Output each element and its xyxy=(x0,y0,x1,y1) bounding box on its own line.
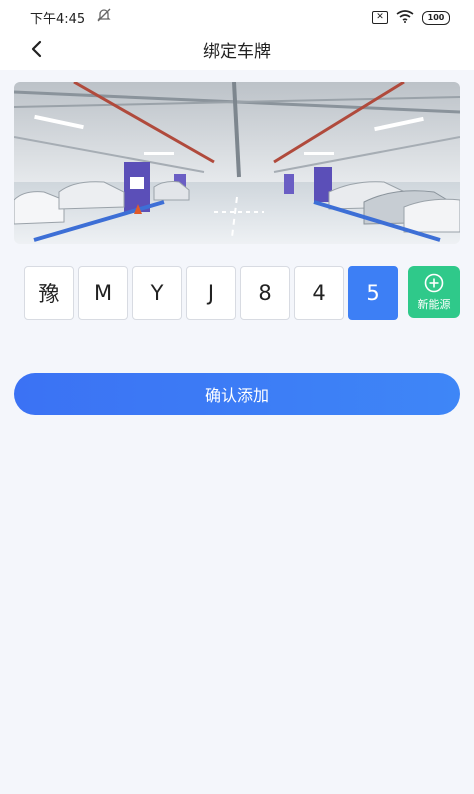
new-energy-label: 新能源 xyxy=(417,297,451,311)
plate-char-6[interactable]: 4 xyxy=(294,266,344,320)
bell-off-icon xyxy=(96,8,112,25)
page-title: 绑定车牌 xyxy=(203,42,271,62)
plate-char-province[interactable]: 豫 xyxy=(24,266,74,320)
plate-char-4[interactable]: J xyxy=(186,266,236,320)
status-bar: 下午4:45 ✕ 100 xyxy=(0,0,474,30)
sim-x-icon: ✕ xyxy=(372,11,388,24)
new-energy-button[interactable]: 新能源 xyxy=(408,266,460,318)
plate-char-7-active[interactable]: 5 xyxy=(348,266,398,320)
plus-circle-icon xyxy=(424,273,444,292)
nav-header: 绑定车牌 xyxy=(0,30,474,70)
plate-char-3[interactable]: Y xyxy=(132,266,182,320)
status-time: 下午4:45 xyxy=(30,12,86,27)
wifi-icon xyxy=(396,8,414,27)
confirm-add-button[interactable]: 确认添加 xyxy=(14,373,460,415)
battery-indicator: 100 xyxy=(422,10,450,25)
plate-char-2[interactable]: M xyxy=(78,266,128,320)
plate-input-row: 豫 M Y J 8 4 5 xyxy=(24,266,398,320)
plate-char-5[interactable]: 8 xyxy=(240,266,290,320)
parking-garage-image xyxy=(14,82,460,244)
